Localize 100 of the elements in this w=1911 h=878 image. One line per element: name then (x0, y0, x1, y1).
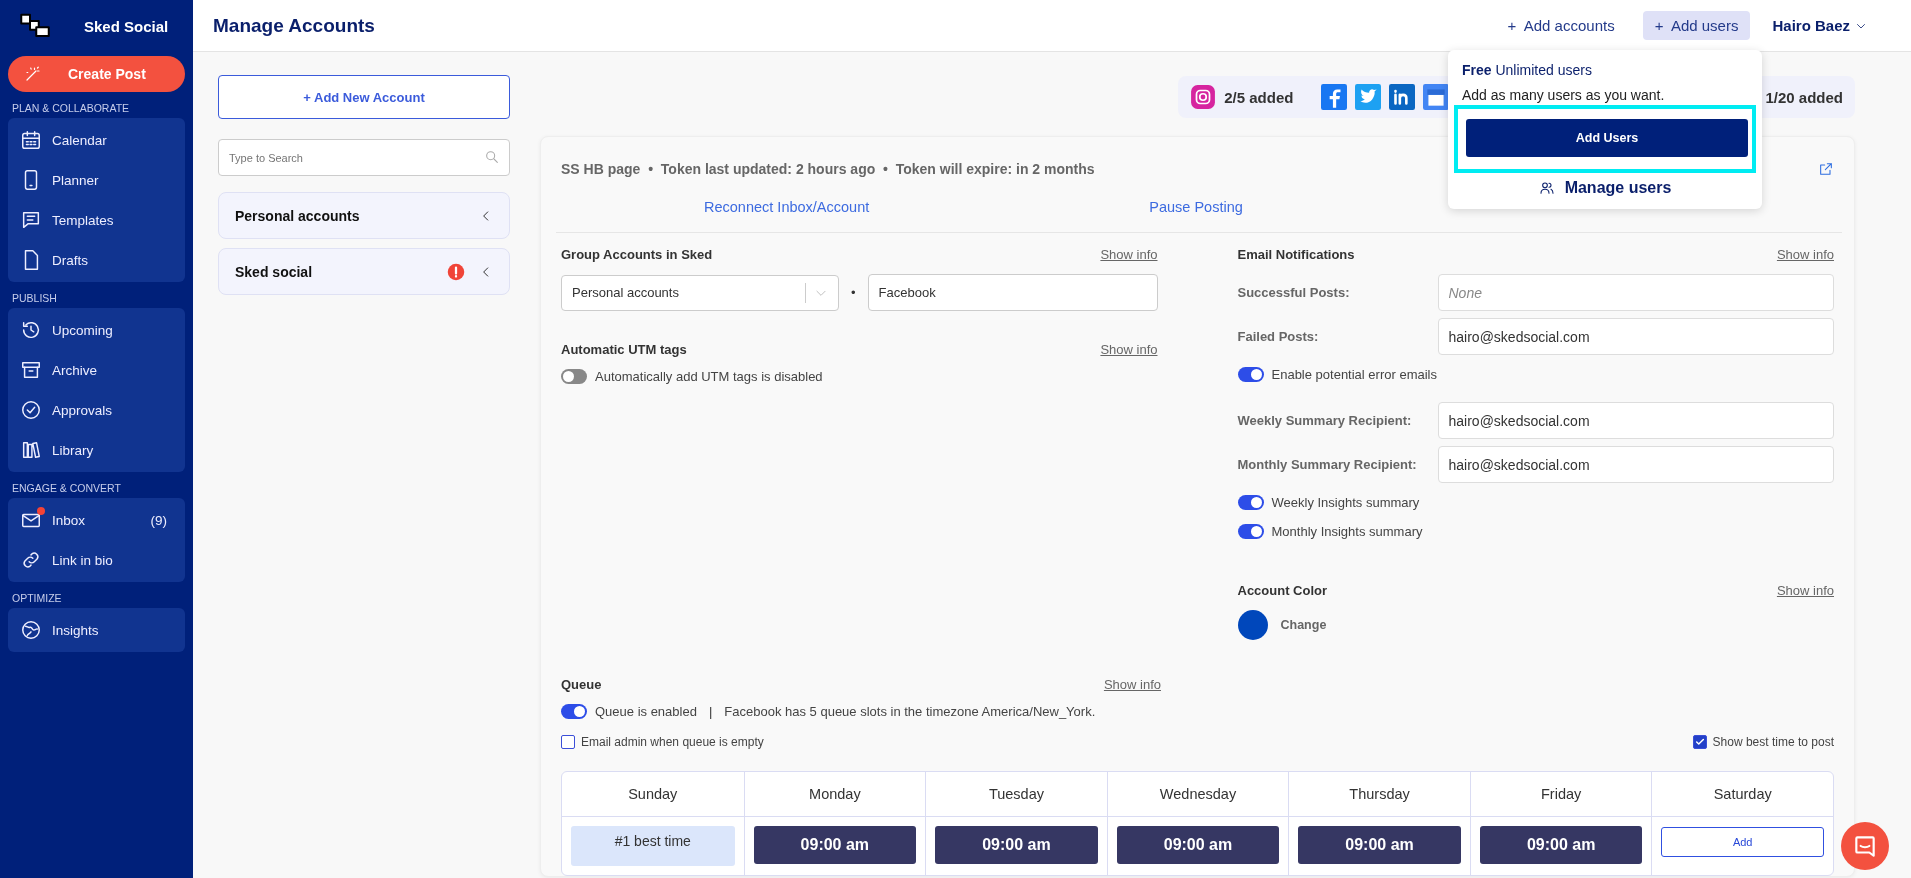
header-action-button[interactable]: + Add users (1642, 11, 1751, 40)
users-icon (1538, 180, 1555, 196)
toggle-label: Queue is enabled (595, 704, 697, 719)
nav-label: Insights (52, 622, 100, 638)
header-action-button[interactable]: + Add accounts (1495, 11, 1627, 40)
nav-label: Planner (52, 172, 100, 188)
add-slot-button[interactable]: Add (1661, 827, 1824, 857)
external-link-icon (1818, 161, 1834, 177)
plan-text: Free Unlimited users (1462, 62, 1593, 78)
time-slot-button[interactable]: 09:00 am (1298, 826, 1461, 864)
chat-bubble-icon (1852, 833, 1878, 859)
brand-name: Sked Social (84, 17, 169, 35)
nav-label: Library (52, 442, 95, 458)
camera-app-icon (1190, 84, 1217, 110)
checkbox[interactable] (561, 735, 575, 749)
search-field[interactable]: Type to Search (218, 139, 510, 176)
section-heading: ENGAGE & CONVERT (12, 482, 122, 494)
day-header: Tuesday (926, 772, 1107, 817)
field-label: Successful Posts: (1237, 285, 1351, 300)
toggle-switch[interactable] (561, 704, 587, 719)
day-header: Sunday (562, 772, 744, 817)
field-label: Failed Posts: (1237, 329, 1320, 344)
toggle-switch[interactable] (1237, 524, 1264, 539)
nav-label: Archive (52, 362, 98, 378)
show-info-link[interactable]: Show info (1776, 246, 1834, 262)
nav-item[interactable]: Calendar (8, 120, 185, 160)
day-header: Thursday (1289, 772, 1470, 817)
nav-item[interactable]: Inbox (9) (8, 500, 185, 540)
checkbox-label: Show best time to post (1712, 735, 1834, 749)
nav-label: Approvals (52, 402, 114, 418)
nav-label: Link in bio (52, 552, 114, 568)
queue-info: Facebook has 5 queue slots in the timezone America/New_York. (724, 704, 1096, 719)
section-heading: PLAN & COLLABORATE (12, 102, 131, 114)
nav-label: Upcoming (52, 322, 114, 338)
email-field[interactable]: hairo@skedsocial.com (1437, 446, 1834, 483)
time-slot-button[interactable]: 09:00 am (935, 826, 1098, 864)
nav-item[interactable]: Planner (8, 160, 185, 200)
email-field[interactable]: hairo@skedsocial.com (1437, 318, 1834, 355)
group-name: Personal accounts (235, 207, 360, 224)
in-app-icon (1389, 84, 1416, 110)
history-icon (20, 319, 42, 341)
action-link[interactable]: Reconnect Inbox/Account (704, 199, 870, 215)
toggle-switch[interactable] (1237, 495, 1264, 510)
magic-wand-icon (24, 65, 42, 83)
calendar-icon (20, 129, 42, 151)
day-header: Monday (744, 772, 926, 817)
add-account-button[interactable]: + Add New Account (218, 75, 510, 119)
email-field[interactable]: None (1437, 274, 1834, 311)
toggle-switch[interactable] (561, 369, 587, 384)
archive-box-icon (20, 359, 42, 381)
best-time-slot: #1 best time (571, 826, 735, 866)
add-users-button[interactable]: Add Users (1466, 119, 1748, 157)
toggle-label: Weekly Insights summary (1271, 495, 1420, 510)
nav-label: Calendar (52, 132, 108, 148)
checkbox[interactable] (1692, 735, 1707, 749)
account-group[interactable]: Personal accounts (218, 192, 510, 239)
time-slot-button[interactable]: 09:00 am (1116, 826, 1280, 864)
nav-item[interactable]: Link in bio (8, 540, 185, 580)
separator-dot: • (851, 285, 856, 300)
nav-item[interactable]: Archive (8, 350, 185, 390)
nav-item[interactable]: Library (8, 430, 185, 470)
account-meta: SS HB page • Token last updated: 2 hours ago • Token will expire: in 2 months (561, 161, 1095, 177)
nav-item[interactable]: Templates (8, 200, 185, 240)
nav-item[interactable]: Upcoming (8, 310, 185, 350)
item-count: (9) (150, 512, 167, 528)
account-group[interactable]: Sked social (218, 248, 510, 295)
email-field[interactable]: hairo@skedsocial.com (1437, 402, 1834, 439)
globe-icon (20, 619, 42, 641)
nav-item[interactable]: Insights (8, 610, 185, 650)
time-slot-button[interactable]: 09:00 am (753, 826, 917, 864)
section-title: Account Color (1237, 582, 1328, 598)
toggle-switch[interactable] (1237, 367, 1264, 382)
books-icon (20, 439, 42, 461)
toggle-label: Automatically add UTM tags is disabled (595, 369, 823, 384)
account-name-field[interactable]: Facebook (867, 274, 1158, 311)
time-slot-button[interactable]: 09:00 am (1479, 826, 1643, 864)
section-title: Queue (561, 676, 602, 692)
field-label: Monthly Summary Recipient: (1237, 457, 1418, 472)
chat-launcher-button[interactable] (1841, 822, 1889, 870)
toggle-label: Monthly Insights summary (1271, 524, 1423, 539)
show-info-link[interactable]: Show info (1103, 676, 1161, 692)
action-link[interactable]: Pause Posting (1149, 199, 1243, 215)
group-name: Sked social (235, 263, 313, 280)
nav-item[interactable]: Drafts (8, 240, 185, 280)
manage-users-link[interactable]: Manage users (1462, 179, 1748, 197)
show-info-link[interactable]: Show info (1100, 246, 1158, 262)
menu-description: Add as many users as you want. (1462, 87, 1666, 103)
section-heading: OPTIMIZE (12, 592, 63, 604)
day-header: Friday (1470, 772, 1652, 817)
usage-count: 1/20 added (1765, 88, 1843, 106)
search-icon (484, 149, 500, 165)
show-info-link[interactable]: Show info (1776, 582, 1834, 598)
user-menu-button[interactable]: Hairo Baez (1766, 16, 1873, 35)
nav-item[interactable]: Approvals (8, 390, 185, 430)
link-icon (20, 549, 42, 571)
section-heading: PUBLISH (12, 292, 58, 304)
group-dropdown[interactable]: Personal accounts (561, 274, 839, 311)
show-info-link[interactable]: Show info (1100, 341, 1158, 357)
change-color-link[interactable]: Change (1280, 618, 1327, 632)
toggle-label: Enable potential error emails (1271, 367, 1437, 382)
